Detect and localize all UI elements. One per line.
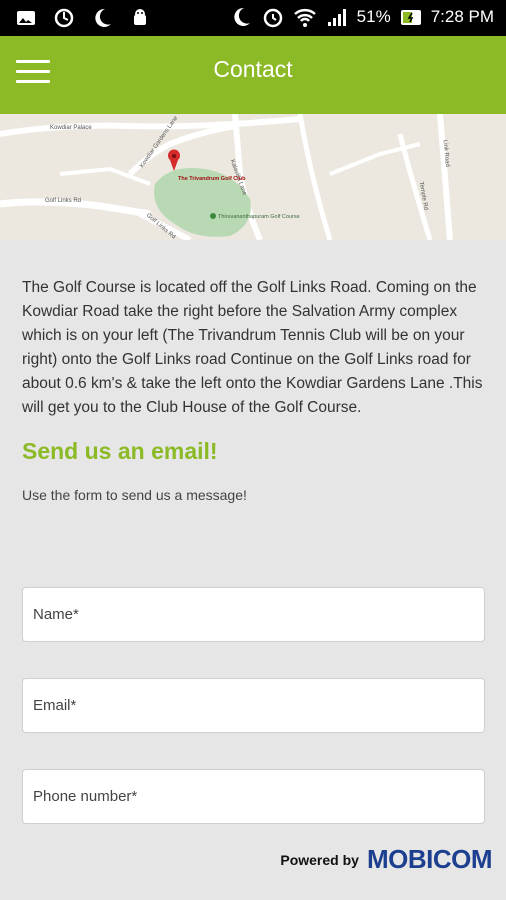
phone-field-box [22, 769, 485, 824]
battery-icon [400, 10, 421, 25]
email-field-box [22, 678, 485, 733]
status-right: 51% 7:28 PM [229, 5, 494, 29]
name-field[interactable] [23, 588, 484, 641]
image-icon [17, 11, 35, 25]
directions-text: The Golf Course is located off the Golf … [22, 279, 483, 416]
android-icon [134, 9, 146, 25]
powered-by[interactable]: Powered by MOBICOM [280, 844, 492, 875]
moon-icon [95, 8, 111, 27]
alarm-icon [263, 8, 282, 28]
phone-field[interactable] [23, 770, 484, 823]
svg-text:Golf Links Rd: Golf Links Rd [45, 198, 81, 204]
app-bar: Contact [0, 36, 506, 114]
contact-content: The Golf Course is located off the Golf … [22, 276, 492, 503]
mobicom-logo: MOBICOM [366, 844, 493, 874]
form-subtext: Use the form to send us a message! [22, 487, 247, 503]
sync-icon [54, 8, 74, 28]
email-field[interactable] [23, 679, 484, 732]
map-graphic: Kowdiar Palace Kowdiar Gardens Lane Kala… [0, 114, 506, 240]
map-view[interactable]: Kowdiar Palace Kowdiar Gardens Lane Kala… [0, 114, 506, 240]
clock: 7:28 PM [430, 7, 494, 26]
svg-text:The Trivandrum Golf Club: The Trivandrum Golf Club [178, 176, 246, 182]
wifi-icon [293, 9, 316, 27]
powered-by-label: Powered by [280, 851, 359, 868]
status-left-icons [14, 6, 152, 30]
svg-text:Kowdiar Palace: Kowdiar Palace [50, 125, 92, 131]
battery-percent: 51% [356, 7, 391, 26]
page-title: Contact [213, 56, 293, 82]
signal-icon [327, 9, 346, 26]
status-bar: 51% 7:28 PM [0, 0, 506, 36]
moon-icon [233, 7, 250, 26]
email-heading: Send us an email! [22, 438, 218, 464]
footer: Powered by MOBICOM [0, 828, 506, 900]
name-field-box [22, 587, 485, 642]
svg-text:Thiruvananthapuram Golf Course: Thiruvananthapuram Golf Course [218, 214, 300, 220]
